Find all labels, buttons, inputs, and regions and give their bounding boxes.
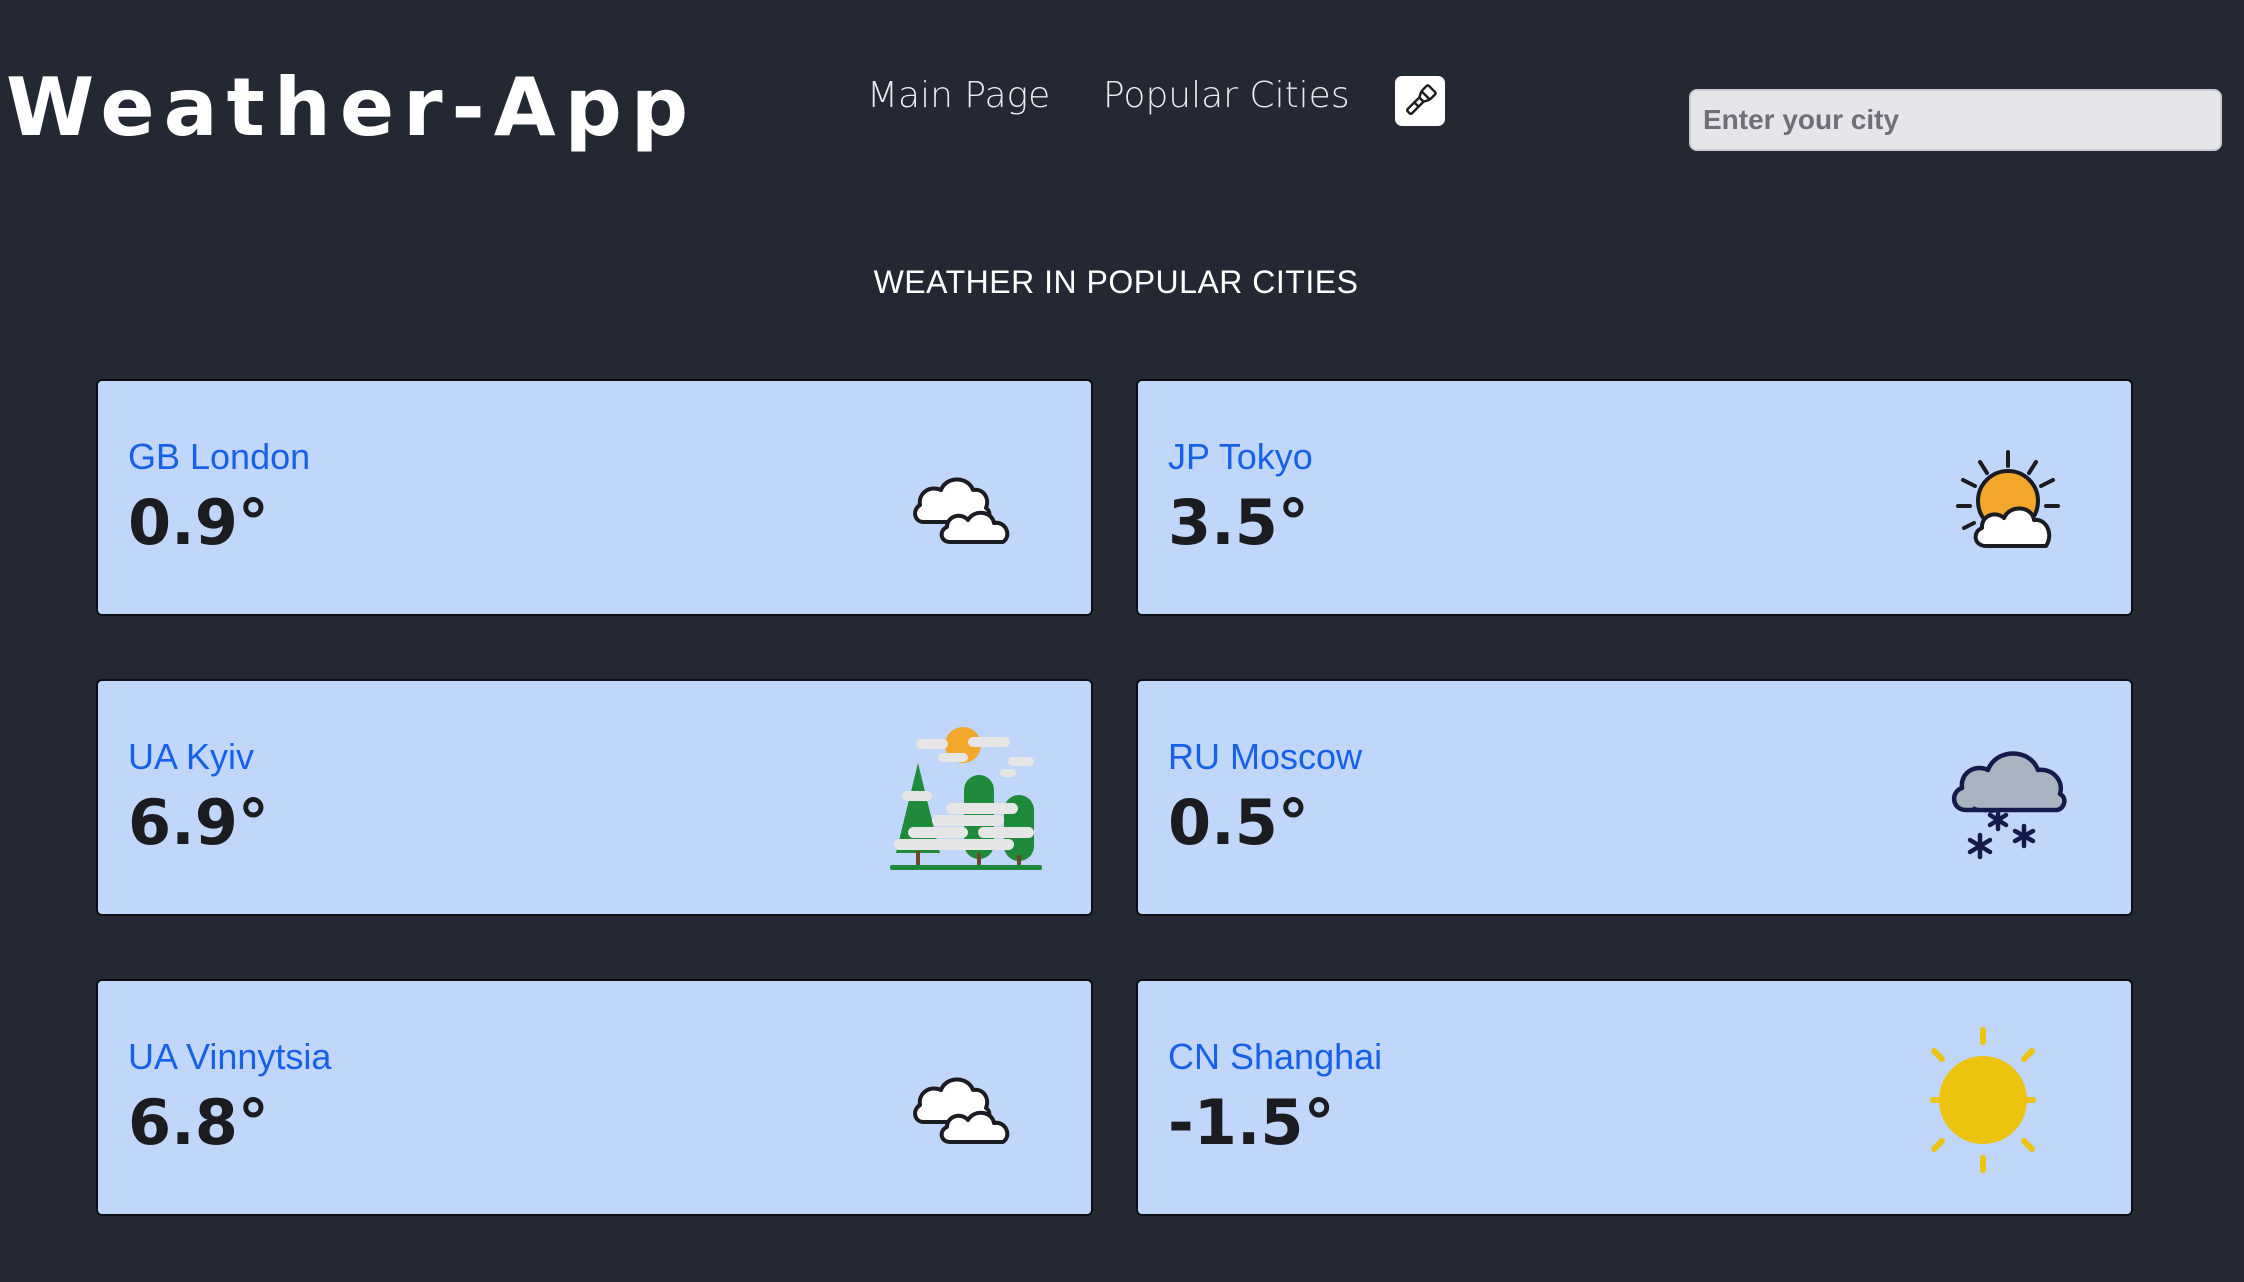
city-card-kyiv[interactable]: UA Kyiv 6.9° [96, 679, 1093, 916]
city-card-vinnytsia[interactable]: UA Vinnytsia 6.8° [96, 979, 1093, 1216]
snow-cloud-icon [1952, 751, 2067, 860]
foggy-forest-icon [890, 727, 1042, 870]
cloudy-icon [913, 1077, 1010, 1144]
flashlight-icon [1405, 84, 1437, 116]
nav-popular-cities[interactable]: Popular Cities [1103, 74, 1350, 117]
city-temperature: 0.5° [1168, 786, 1309, 859]
city-name: RU Moscow [1168, 736, 1363, 777]
partly-sunny-icon [1956, 450, 2060, 548]
city-name: JP Tokyo [1168, 436, 1313, 477]
city-temperature: 6.8° [128, 1086, 269, 1159]
city-card-shanghai[interactable]: CN Shanghai -1.5° [1136, 979, 2133, 1216]
city-card-london[interactable]: GB London 0.9° [96, 379, 1093, 616]
nav-main-page[interactable]: Main Page [867, 74, 1050, 117]
theme-toggle-button[interactable] [1395, 76, 1445, 126]
city-temperature: 3.5° [1168, 486, 1309, 559]
city-temperature: -1.5° [1168, 1086, 1335, 1159]
sunny-icon [1930, 1027, 2036, 1173]
city-search-input[interactable] [1689, 89, 2222, 151]
section-title: WEATHER IN POPULAR CITIES [873, 264, 1359, 300]
city-card-moscow[interactable]: RU Moscow 0.5° [1136, 679, 2133, 916]
city-name: UA Vinnytsia [128, 1036, 332, 1077]
cloudy-icon [913, 477, 1010, 544]
city-name: CN Shanghai [1168, 1036, 1383, 1077]
city-name: GB London [128, 436, 311, 477]
city-name: UA Kyiv [128, 736, 255, 777]
city-card-tokyo[interactable]: JP Tokyo 3.5° [1136, 379, 2133, 616]
city-temperature: 0.9° [128, 486, 269, 559]
city-temperature: 6.9° [128, 786, 269, 859]
app-logo: Weather-App [6, 61, 698, 154]
